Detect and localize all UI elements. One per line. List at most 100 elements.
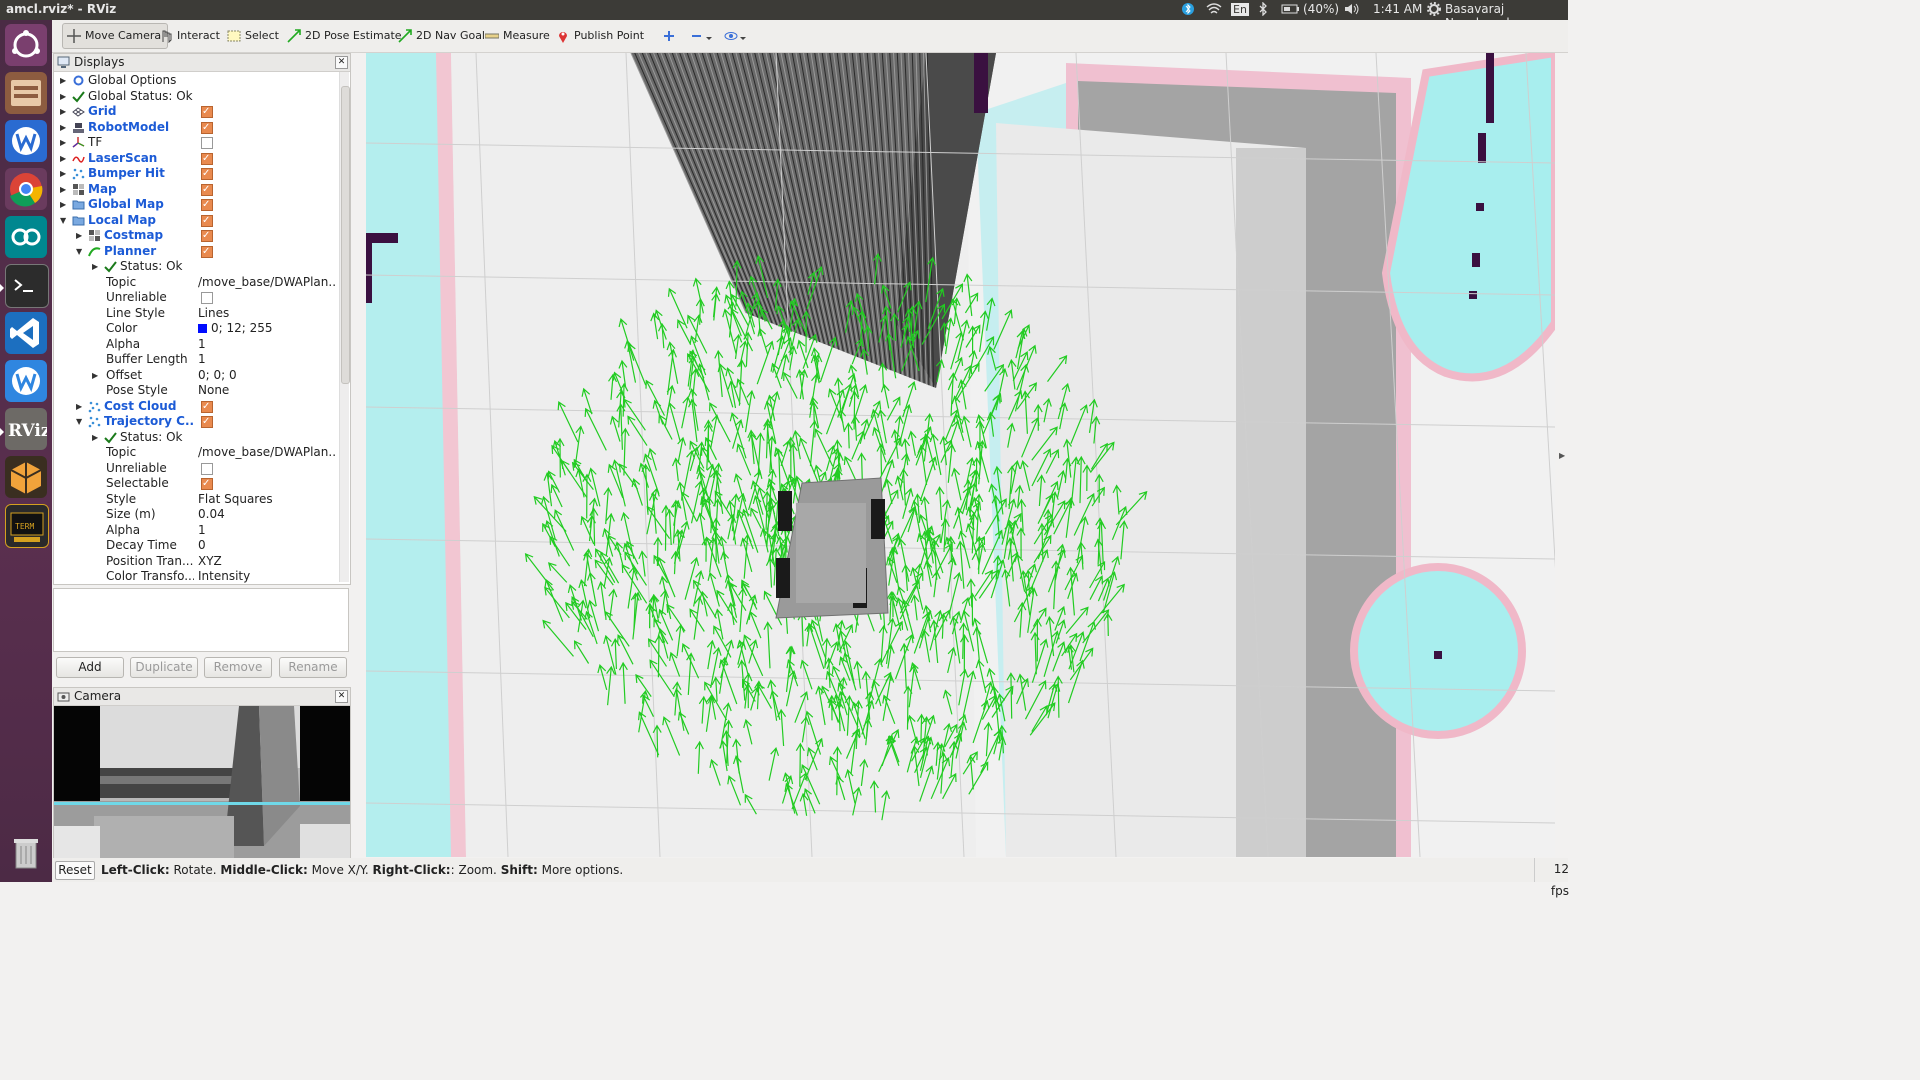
- display-row-local-map[interactable]: ▼ Local Map: [54, 213, 338, 229]
- property-value[interactable]: /move_base/DWAPlan...: [198, 445, 336, 460]
- property-value[interactable]: Flat Squares: [198, 492, 336, 507]
- expand-arrow-icon[interactable]: ▶: [92, 368, 100, 383]
- display-row-cost-cloud[interactable]: ▶ Cost Cloud: [54, 399, 338, 415]
- volume-icon[interactable]: [1343, 2, 1361, 19]
- display-row-global-options[interactable]: ▶ Global Options: [54, 73, 338, 89]
- scrollbar-thumb[interactable]: [341, 86, 350, 384]
- enable-checkbox[interactable]: [201, 414, 213, 429]
- expand-arrow-icon[interactable]: ▶: [60, 135, 68, 150]
- property-value[interactable]: 0; 0; 0: [198, 368, 336, 383]
- display-row-line-style[interactable]: Line Style Lines: [54, 306, 338, 322]
- chrome-icon[interactable]: [5, 168, 47, 210]
- display-row-decay-time[interactable]: Decay Time 0: [54, 538, 338, 554]
- enable-checkbox[interactable]: [201, 182, 213, 197]
- property-value[interactable]: 1: [198, 337, 336, 352]
- battery-icon[interactable]: [1281, 2, 1301, 19]
- property-value[interactable]: 0: [198, 538, 336, 553]
- move-camera-button[interactable]: Move Camera: [62, 23, 169, 49]
- display-row-planner[interactable]: ▼ Planner: [54, 244, 338, 260]
- blender-icon[interactable]: [5, 456, 47, 498]
- property-value[interactable]: XYZ: [198, 554, 336, 569]
- property-value[interactable]: Intensity: [198, 569, 336, 584]
- property-value[interactable]: 0; 12; 255: [198, 321, 336, 336]
- interact-button[interactable]: Interact: [159, 26, 220, 46]
- expand-arrow-icon[interactable]: ▶: [60, 89, 68, 104]
- select-button[interactable]: Select: [227, 26, 279, 46]
- expand-arrow-icon[interactable]: ▶: [92, 430, 100, 445]
- display-row-position-tran[interactable]: Position Tran... XYZ: [54, 554, 338, 570]
- display-row-pose-style[interactable]: Pose Style None: [54, 383, 338, 399]
- arduino-icon[interactable]: [5, 216, 47, 258]
- display-row-topic[interactable]: Topic/move_base/DWAPlan...: [54, 445, 338, 461]
- enable-checkbox[interactable]: [201, 120, 213, 135]
- settings-gear-icon[interactable]: [1427, 2, 1441, 19]
- expand-arrow-icon[interactable]: ▶: [60, 182, 68, 197]
- display-row-style[interactable]: Style Flat Squares: [54, 492, 338, 508]
- 2d-nav-goal-button[interactable]: 2D Nav Goal: [398, 26, 485, 46]
- collapse-arrow-icon[interactable]: ▼: [60, 213, 68, 228]
- expand-arrow-icon[interactable]: ▶: [60, 151, 68, 166]
- add-button[interactable]: Add: [56, 657, 124, 678]
- publish-point-button[interactable]: Publish Point: [556, 26, 644, 46]
- display-row-size-m[interactable]: Size (m) 0.04: [54, 507, 338, 523]
- close-camera-button[interactable]: ✕: [335, 690, 348, 703]
- property-value[interactable]: None: [198, 383, 336, 398]
- display-row-status-ok[interactable]: ▶ Status: Ok: [54, 259, 338, 275]
- bluetooth-off-icon[interactable]: [1257, 1, 1269, 19]
- display-row-unreliable[interactable]: Unreliable: [54, 461, 338, 477]
- display-row-map[interactable]: ▶ Map: [54, 182, 338, 198]
- display-row-grid[interactable]: ▶ Grid: [54, 104, 338, 120]
- enable-checkbox[interactable]: [201, 462, 213, 475]
- property-value[interactable]: 0.04: [198, 507, 336, 522]
- ubuntu-icon[interactable]: [5, 24, 47, 66]
- expand-arrow-icon[interactable]: ▶: [60, 166, 68, 181]
- display-row-status-ok[interactable]: ▶ Status: Ok: [54, 430, 338, 446]
- wps-icon[interactable]: [5, 360, 47, 402]
- view-dropdown[interactable]: [724, 26, 748, 46]
- clock[interactable]: 1:41 AM: [1373, 2, 1422, 16]
- display-row-color[interactable]: Color 0; 12; 255: [54, 321, 338, 337]
- display-row-alpha[interactable]: Alpha 1: [54, 337, 338, 353]
- display-row-topic[interactable]: Topic/move_base/DWAPlan...: [54, 275, 338, 291]
- close-displays-button[interactable]: ✕: [335, 56, 348, 69]
- expand-arrow-icon[interactable]: ▶: [76, 399, 84, 414]
- bluetooth-icon[interactable]: [1182, 2, 1194, 19]
- property-value[interactable]: Lines: [198, 306, 336, 321]
- display-row-laserscan[interactable]: ▶ LaserScan: [54, 151, 338, 167]
- wifi-icon[interactable]: [1206, 2, 1222, 19]
- add-tool-button[interactable]: [662, 26, 676, 46]
- enable-checkbox[interactable]: [201, 244, 213, 259]
- enable-checkbox[interactable]: [201, 292, 213, 304]
- collapse-arrow-icon[interactable]: ▼: [76, 414, 84, 429]
- 2d-pose-estimate-button[interactable]: 2D Pose Estimate: [287, 26, 402, 46]
- enable-checkbox[interactable]: [201, 137, 213, 149]
- enable-checkbox[interactable]: [201, 213, 213, 228]
- enable-checkbox[interactable]: [201, 228, 213, 243]
- vscode-icon[interactable]: [5, 312, 47, 354]
- collapse-arrow-icon[interactable]: ▼: [76, 244, 84, 259]
- display-row-global-status-ok[interactable]: ▶ Global Status: Ok: [54, 89, 338, 105]
- display-row-costmap[interactable]: ▶ Costmap: [54, 228, 338, 244]
- files-icon[interactable]: [5, 72, 47, 114]
- expand-arrow-icon[interactable]: ▶: [92, 259, 100, 274]
- display-row-offset[interactable]: ▶ Offset 0; 0; 0: [54, 368, 338, 384]
- terminal-icon[interactable]: [5, 264, 49, 308]
- expand-arrow-icon[interactable]: ▶: [60, 197, 68, 212]
- duplicate-button[interactable]: Duplicate: [130, 657, 198, 678]
- enable-checkbox[interactable]: [201, 151, 213, 166]
- viewport-right-arrow[interactable]: ▶: [1559, 451, 1565, 460]
- display-row-unreliable[interactable]: Unreliable: [54, 290, 338, 306]
- display-row-alpha[interactable]: Alpha 1: [54, 523, 338, 539]
- reset-button[interactable]: Reset: [55, 861, 95, 880]
- enable-checkbox[interactable]: [201, 166, 213, 181]
- wps-writer-icon[interactable]: [5, 120, 47, 162]
- enable-checkbox[interactable]: [201, 476, 213, 491]
- display-row-buffer-length[interactable]: Buffer Length 1: [54, 352, 338, 368]
- enable-checkbox[interactable]: [201, 197, 213, 212]
- display-row-global-map[interactable]: ▶ Global Map: [54, 197, 338, 213]
- display-row-trajectory-c[interactable]: ▼ Trajectory C...: [54, 414, 338, 430]
- remove-tool-dropdown[interactable]: [690, 26, 714, 46]
- display-row-selectable[interactable]: Selectable: [54, 476, 338, 492]
- enable-checkbox[interactable]: [201, 399, 213, 414]
- expand-arrow-icon[interactable]: ▶: [60, 120, 68, 135]
